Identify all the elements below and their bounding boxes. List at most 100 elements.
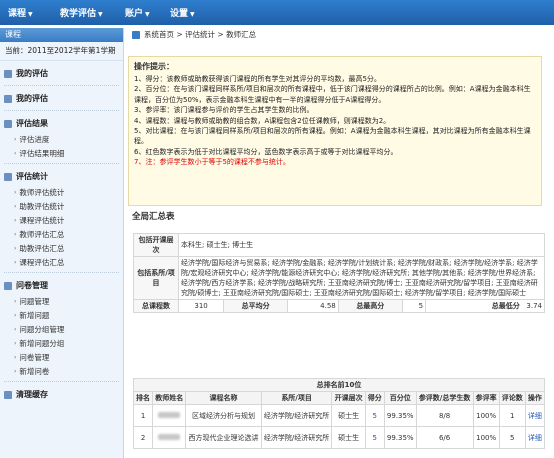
sidebar-item-questionnaire-mgmt[interactable]: › 问卷管理	[0, 350, 123, 364]
arrow-right-icon: ›	[14, 339, 17, 347]
teacher-cell	[152, 426, 187, 449]
nav-teaching-eval[interactable]: 教学评估 ▼	[60, 6, 103, 19]
col-comments: 评论数	[498, 391, 526, 405]
divider	[4, 272, 119, 273]
sidebar-item-new-group[interactable]: › 新增问题分组	[0, 336, 123, 350]
max-label: 总最高分	[337, 299, 403, 313]
col-course: 课程名称	[185, 391, 262, 405]
sidebar-item-teacher-stats[interactable]: › 教师评估统计	[0, 185, 123, 199]
arrow-right-icon: ›	[14, 353, 17, 361]
current-term: 当前：2011至2012学年第1学期	[0, 42, 123, 61]
sidebar-section-eval-stats[interactable]: 评估统计	[0, 168, 123, 185]
sidebar-item-eval-detail[interactable]: › 评估结果明细	[0, 146, 123, 160]
percentile-cell: 99.35%	[383, 404, 417, 427]
level-cell: 硕士生	[331, 404, 366, 427]
avg-label: 总平均分	[223, 299, 289, 313]
chart-icon	[4, 119, 12, 128]
sidebar-section-my-eval-2[interactable]: 我的评估	[0, 90, 123, 107]
teacher-cell	[152, 404, 187, 427]
sidebar-item-eval-progress[interactable]: › 评估进度	[0, 132, 123, 146]
refresh-icon	[4, 390, 12, 399]
arrow-right-icon: ›	[14, 325, 17, 333]
level-cell: 硕士生	[331, 426, 366, 449]
sidebar-section-questionnaire[interactable]: 问卷管理	[0, 277, 123, 294]
top10-caption: 总排名前10位	[133, 378, 545, 392]
dept-cell: 经济学院/经济研究所	[260, 404, 333, 427]
rank-cell: 2	[132, 426, 154, 449]
sidebar-section-clear-cache[interactable]: 清理缓存	[0, 386, 123, 403]
score-cell: 5	[364, 426, 385, 449]
min-combo: 总最低分 3.74	[425, 299, 545, 313]
breadcrumb: 系统首页 > 评估统计 > 教师汇总	[128, 28, 554, 42]
tip-line: 4、课程数：课程与教师或助教的组合数，A课程包含2位任课教师，则课程数为2。	[134, 116, 391, 125]
main-content: 系统首页 > 评估统计 > 教师汇总 操作提示： 1、得分：该教师或助教获得该门…	[128, 28, 554, 449]
dept-value: 经济学院/国际经济与贸易系; 经济学院/金融系; 经济学院/计划统计系; 经济学…	[178, 256, 545, 300]
course-cell: 区域经济分析与规划	[185, 404, 262, 427]
arrow-right-icon: ›	[14, 149, 17, 157]
tip-line: 5、对比课程：在与该门课程同样系所/项目和层次的所有课程。例如：A课程为金融本科…	[134, 127, 531, 146]
arrow-right-icon: ›	[14, 216, 17, 224]
min-value: 3.74	[526, 302, 542, 310]
chevron-down-icon: ▼	[190, 11, 195, 18]
folder-icon	[4, 94, 12, 103]
chevron-down-icon: ▼	[98, 11, 103, 18]
col-ratio: 参评数/总学生数	[415, 391, 474, 405]
col-dept: 系所/项目	[260, 391, 333, 405]
stats-icon	[4, 172, 12, 181]
sidebar-header: 课程	[0, 28, 123, 42]
col-teacher: 教师姓名	[152, 391, 187, 405]
sidebar-item-ta-summary[interactable]: › 助教评估汇总	[0, 241, 123, 255]
sidebar-item-course-stats[interactable]: › 课程评估统计	[0, 213, 123, 227]
list-icon	[4, 281, 12, 290]
ratio-cell: 8/8	[415, 404, 474, 427]
max-value: 5	[401, 299, 427, 313]
arrow-right-icon: ›	[14, 367, 17, 375]
redacted-name	[158, 433, 181, 440]
chevron-down-icon: ▼	[145, 11, 150, 18]
col-level: 开课层次	[331, 391, 366, 405]
ratio-cell: 6/6	[415, 426, 474, 449]
sidebar-item-group-mgmt[interactable]: › 问题分组管理	[0, 322, 123, 336]
summary-title: 全局汇总表	[132, 212, 175, 222]
sidebar: 课程 当前：2011至2012学年第1学期 我的评估 我的评估 评估结果 › 评估…	[0, 28, 124, 458]
dept-cell: 经济学院/经济研究所	[260, 426, 333, 449]
rate-cell: 100%	[472, 404, 500, 427]
top10-table: 总排名前10位 排名 教师姓名 课程名称 系所/项目 开课层次 得分 百分位 参…	[132, 378, 546, 449]
col-rank: 排名	[132, 391, 154, 405]
detail-link[interactable]: 详细	[524, 404, 546, 427]
rate-cell: 100%	[472, 426, 500, 449]
col-action: 操作	[524, 391, 546, 405]
summary-table: 包括开课层次 本科生; 硕士生; 博士生 包括系所/项目 经济学院/国际经济与贸…	[133, 233, 545, 313]
tip-line: 2、百分位：在与该门课程同样系所/项目和层次的所有课程中，低于该门课程得分的课程…	[134, 85, 531, 104]
sidebar-item-teacher-summary[interactable]: › 教师评估汇总	[0, 227, 123, 241]
arrow-right-icon: ›	[14, 258, 17, 266]
dept-label: 包括系所/项目	[133, 256, 179, 300]
table-row: 2 西方现代企业理论选讲 经济学院/经济研究所 硕士生 5 99.35% 6/6…	[132, 426, 546, 449]
nav-course[interactable]: 课程 ▼	[8, 6, 33, 19]
sidebar-item-new-question[interactable]: › 新增问题	[0, 308, 123, 322]
arrow-right-icon: ›	[14, 135, 17, 143]
sidebar-item-ta-stats[interactable]: › 助教评估统计	[0, 199, 123, 213]
sidebar-section-eval-results[interactable]: 评估结果	[0, 115, 123, 132]
arrow-right-icon: ›	[14, 202, 17, 210]
rank-cell: 1	[132, 404, 154, 427]
sidebar-section-my-eval[interactable]: 我的评估	[0, 65, 123, 82]
top-navigation-bar: 课程 ▼ 教学评估 ▼ 账户 ▼ 设置 ▼	[0, 0, 554, 25]
arrow-right-icon: ›	[14, 244, 17, 252]
tip-line: 1、得分：该教师或助教获得该门课程的所有学生对其评分的平均数，最高5分。	[134, 75, 381, 83]
sidebar-item-question-mgmt[interactable]: › 问题管理	[0, 294, 123, 308]
folder-icon	[4, 69, 12, 78]
layer-label: 包括开课层次	[133, 233, 179, 257]
nav-settings[interactable]: 设置 ▼	[170, 6, 195, 19]
sidebar-item-new-questionnaire[interactable]: › 新增问卷	[0, 364, 123, 378]
arrow-right-icon: ›	[14, 230, 17, 238]
detail-link[interactable]: 详细	[524, 426, 546, 449]
chevron-down-icon: ▼	[28, 11, 33, 18]
course-count-label: 总课程数	[133, 299, 179, 313]
course-cell: 西方现代企业理论选讲	[185, 426, 262, 449]
arrow-right-icon: ›	[14, 297, 17, 305]
sidebar-item-course-summary[interactable]: › 课程评估汇总	[0, 255, 123, 269]
nav-account[interactable]: 账户 ▼	[125, 6, 150, 19]
tips-panel: 操作提示： 1、得分：该教师或助教获得该门课程的所有学生对其评分的平均数，最高5…	[128, 56, 542, 206]
tips-title: 操作提示：	[134, 62, 174, 71]
